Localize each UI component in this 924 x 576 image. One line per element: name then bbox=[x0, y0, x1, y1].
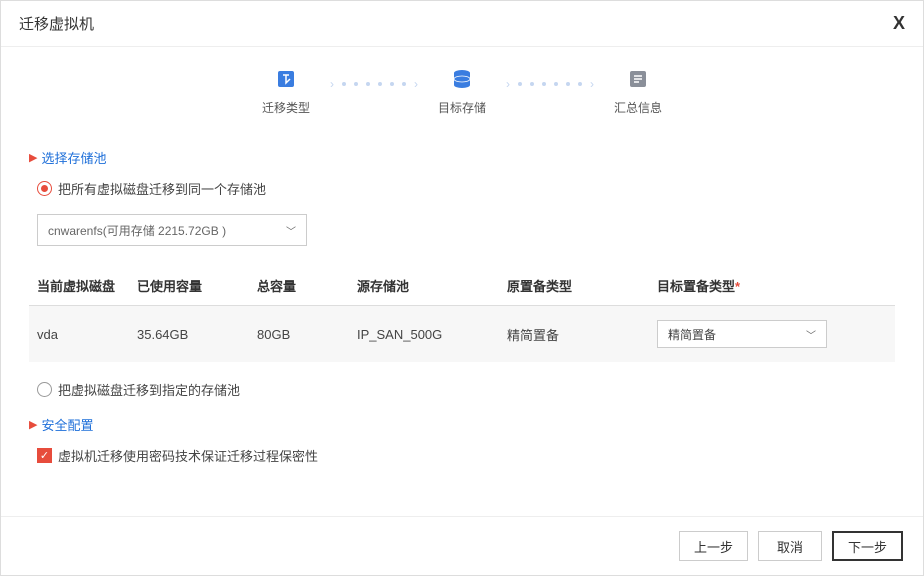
cell-total: 80GB bbox=[257, 327, 357, 342]
step-summary: 汇总信息 bbox=[608, 65, 668, 116]
section-title-text: 安全配置 bbox=[41, 415, 93, 434]
radio-specific-pool[interactable]: 把虚拟磁盘迁移到指定的存储池 bbox=[37, 380, 895, 399]
section-title-text: 选择存储池 bbox=[41, 148, 106, 167]
chevron-down-icon: ﹀ bbox=[286, 223, 296, 238]
next-button[interactable]: 下一步 bbox=[832, 531, 903, 561]
section-storage-pool[interactable]: ▶ 选择存储池 bbox=[29, 148, 895, 167]
prev-button[interactable]: 上一步 bbox=[679, 531, 748, 561]
list-icon bbox=[624, 65, 652, 93]
col-total: 总容量 bbox=[257, 276, 357, 295]
migrate-vm-dialog: 迁移虚拟机 X 迁移类型 ›› 目标存储 ›› 汇总信息 bbox=[0, 0, 924, 576]
share-icon bbox=[272, 65, 300, 93]
checkbox-icon: ✓ bbox=[37, 448, 52, 463]
dialog-title: 迁移虚拟机 bbox=[19, 13, 94, 34]
radio-icon bbox=[37, 181, 52, 196]
radio-icon bbox=[37, 382, 52, 397]
target-type-select[interactable]: 精简置备 ﹀ bbox=[657, 320, 827, 348]
col-source: 源存储池 bbox=[357, 276, 507, 295]
dropdown-value: cnwarenfs(可用存储 2215.72GB ) bbox=[48, 222, 226, 239]
radio-same-pool[interactable]: 把所有虚拟磁盘迁移到同一个存储池 bbox=[37, 179, 895, 198]
radio-label: 把虚拟磁盘迁移到指定的存储池 bbox=[58, 380, 240, 399]
cell-source: IP_SAN_500G bbox=[357, 327, 507, 342]
col-target-type: 目标置备类型* bbox=[657, 276, 887, 295]
dialog-header: 迁移虚拟机 X bbox=[1, 1, 923, 47]
col-orig-type: 原置备类型 bbox=[507, 276, 657, 295]
dialog-footer: 上一步 取消 下一步 bbox=[1, 516, 923, 575]
cancel-button[interactable]: 取消 bbox=[758, 531, 822, 561]
col-used: 已使用容量 bbox=[137, 276, 257, 295]
cell-used: 35.64GB bbox=[137, 327, 257, 342]
step-connector: ›› bbox=[492, 65, 608, 91]
database-icon bbox=[448, 65, 476, 93]
cell-target-type: 精简置备 ﹀ bbox=[657, 320, 887, 348]
section-security[interactable]: ▶ 安全配置 bbox=[29, 415, 895, 434]
disk-table: 当前虚拟磁盘 已使用容量 总容量 源存储池 原置备类型 目标置备类型* vda … bbox=[29, 266, 895, 362]
wizard-steps: 迁移类型 ›› 目标存储 ›› 汇总信息 bbox=[1, 47, 923, 126]
step-connector: ›› bbox=[316, 65, 432, 91]
dialog-content: ▶ 选择存储池 把所有虚拟磁盘迁移到同一个存储池 cnwarenfs(可用存储 … bbox=[1, 126, 923, 516]
step-target-storage: 目标存储 bbox=[432, 65, 492, 116]
storage-pool-dropdown[interactable]: cnwarenfs(可用存储 2215.72GB ) ﹀ bbox=[37, 214, 307, 246]
chevron-down-icon: ﹀ bbox=[806, 327, 816, 342]
table-row: vda 35.64GB 80GB IP_SAN_500G 精简置备 精简置备 ﹀ bbox=[29, 306, 895, 362]
checkbox-label: 虚拟机迁移使用密码技术保证迁移过程保密性 bbox=[58, 446, 318, 465]
table-header: 当前虚拟磁盘 已使用容量 总容量 源存储池 原置备类型 目标置备类型* bbox=[29, 266, 895, 306]
step-migration-type: 迁移类型 bbox=[256, 65, 316, 116]
triangle-icon: ▶ bbox=[29, 418, 37, 431]
triangle-icon: ▶ bbox=[29, 151, 37, 164]
select-value: 精简置备 bbox=[668, 326, 716, 343]
step-label: 汇总信息 bbox=[614, 99, 662, 116]
cell-orig-type: 精简置备 bbox=[507, 325, 657, 344]
checkbox-encryption[interactable]: ✓ 虚拟机迁移使用密码技术保证迁移过程保密性 bbox=[37, 446, 895, 465]
col-disk: 当前虚拟磁盘 bbox=[37, 276, 137, 295]
close-icon[interactable]: X bbox=[893, 13, 905, 34]
cell-disk: vda bbox=[37, 327, 137, 342]
radio-label: 把所有虚拟磁盘迁移到同一个存储池 bbox=[58, 179, 266, 198]
step-label: 迁移类型 bbox=[262, 99, 310, 116]
step-label: 目标存储 bbox=[438, 99, 486, 116]
